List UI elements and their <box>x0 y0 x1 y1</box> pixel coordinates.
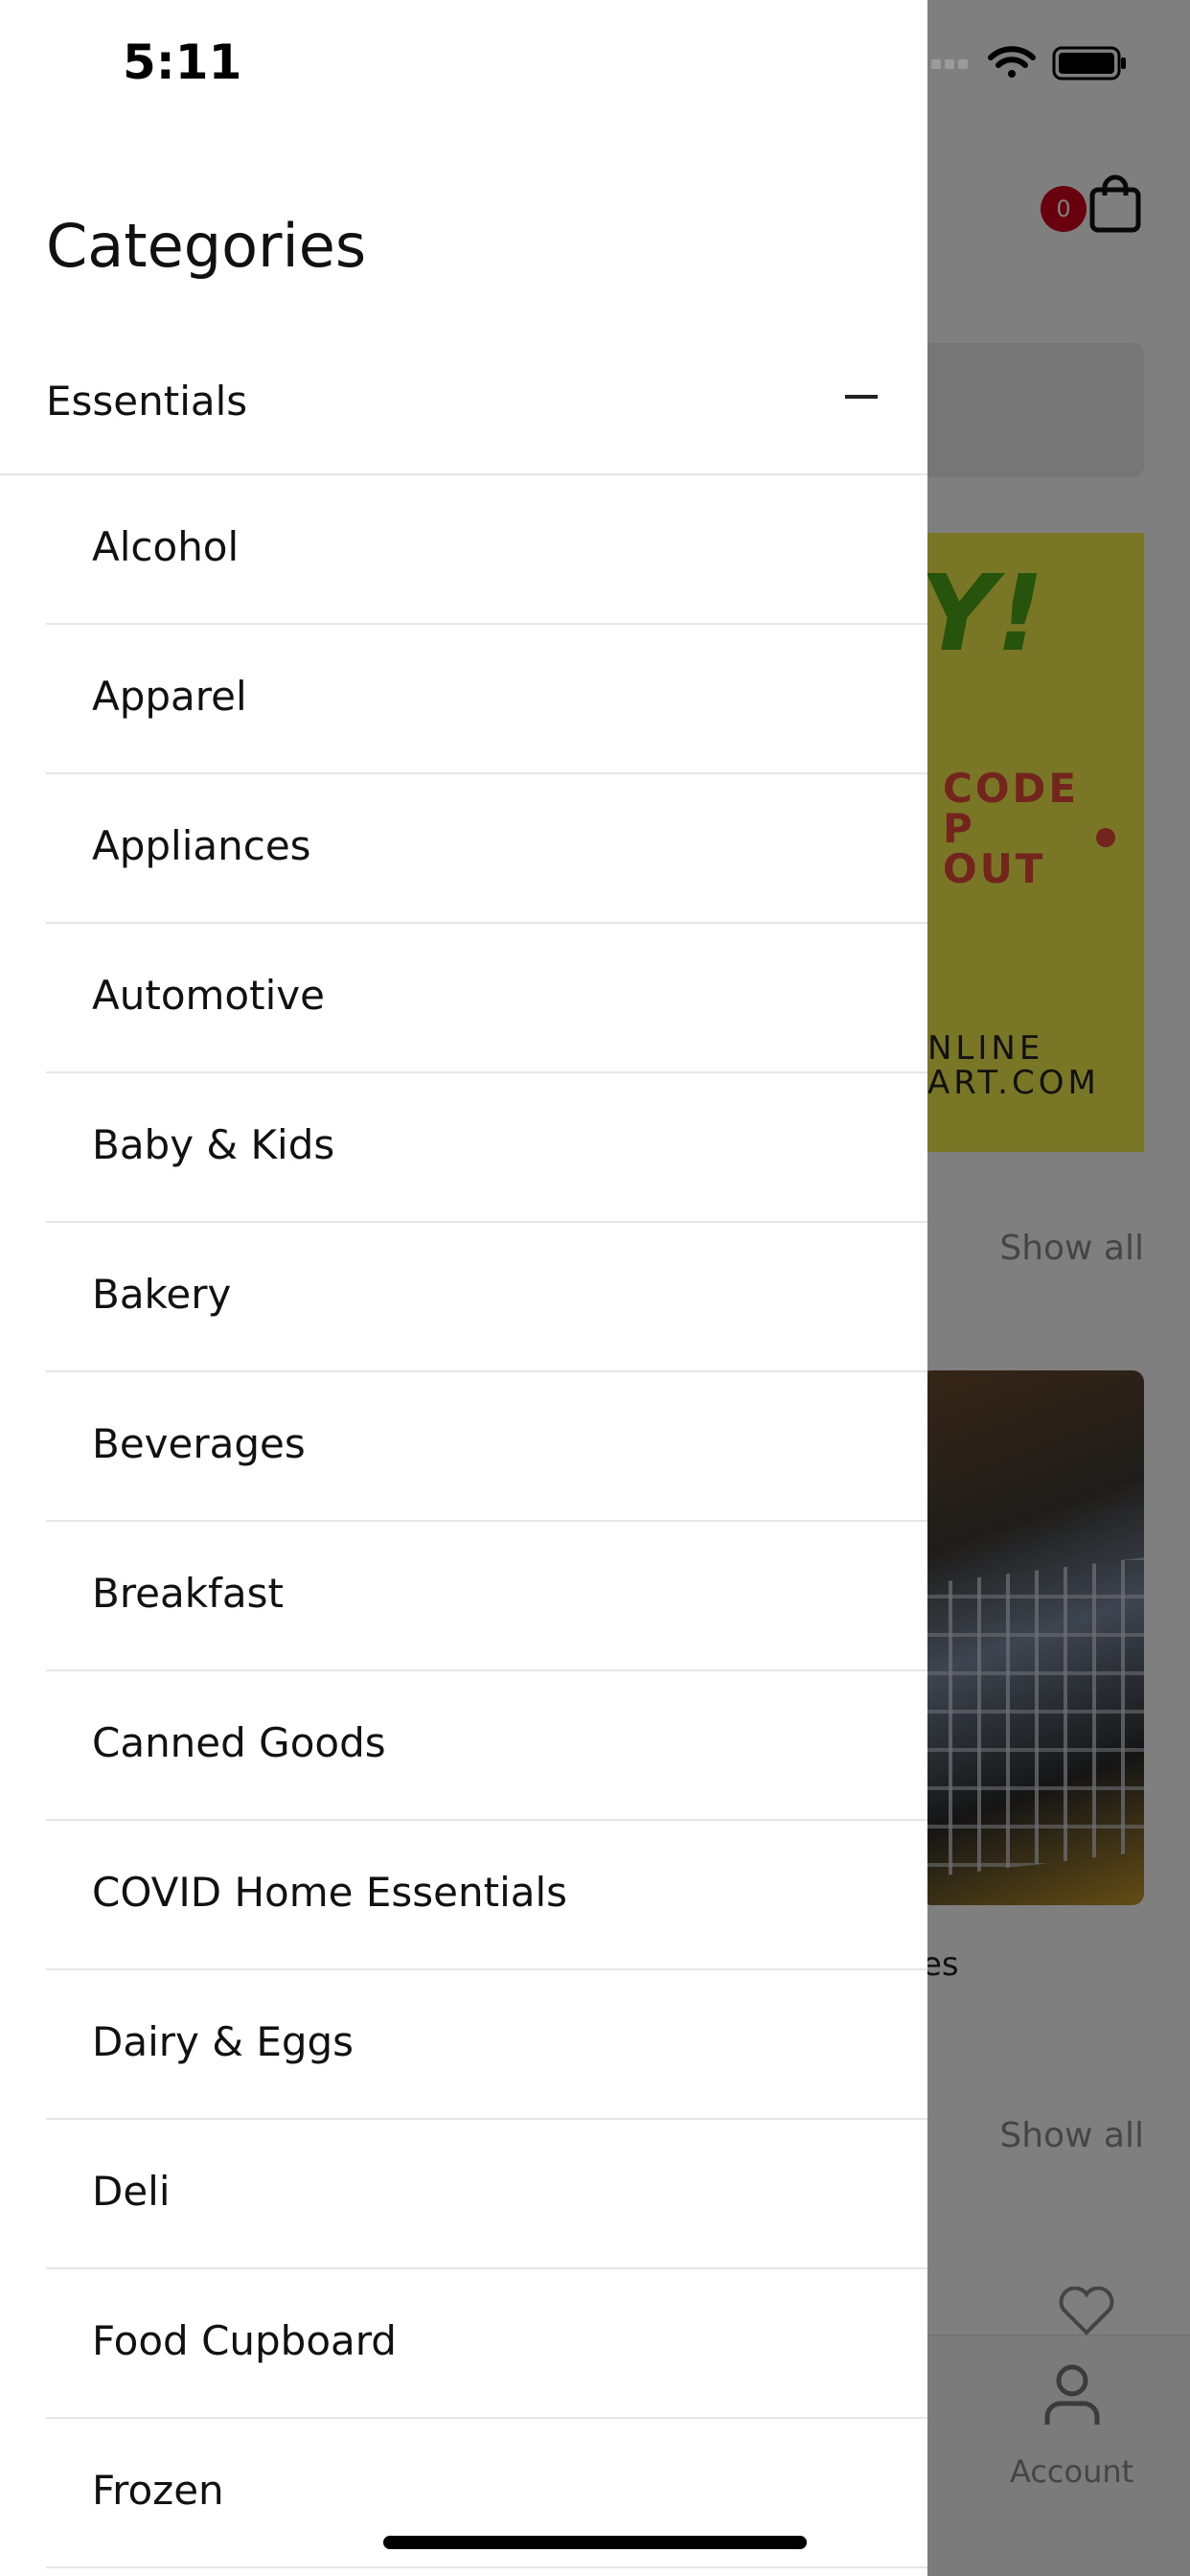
wifi-icon <box>988 46 1036 78</box>
category-item-apparel[interactable]: Apparel <box>0 625 927 774</box>
category-item-covid-home-essentials[interactable]: COVID Home Essentials <box>0 1821 927 1970</box>
category-label: Breakfast <box>92 1570 284 1617</box>
category-label: Frozen <box>92 2467 224 2514</box>
status-icons <box>918 46 1126 80</box>
category-label: Canned Goods <box>92 1719 386 1766</box>
minus-icon[interactable] <box>845 395 878 399</box>
category-label: COVID Home Essentials <box>92 1869 568 1916</box>
category-label: Bakery <box>92 1271 232 1318</box>
category-label: Baby & Kids <box>92 1121 335 1168</box>
category-label: Dairy & Eggs <box>92 2018 355 2065</box>
category-item-appliances[interactable]: Appliances <box>0 774 927 924</box>
category-item-alcohol[interactable]: Alcohol <box>0 475 927 625</box>
category-label: Deli <box>92 2168 171 2215</box>
category-list: Alcohol Apparel Appliances Automotive Ba… <box>0 475 927 2568</box>
category-item-beverages[interactable]: Beverages <box>0 1372 927 1522</box>
home-indicator <box>383 2536 807 2549</box>
category-item-automotive[interactable]: Automotive <box>0 924 927 1073</box>
category-label: Food Cupboard <box>92 2317 397 2364</box>
category-label: Automotive <box>92 972 325 1019</box>
group-label: Essentials <box>46 378 248 425</box>
category-item-canned-goods[interactable]: Canned Goods <box>0 1671 927 1821</box>
category-item-breakfast[interactable]: Breakfast <box>0 1522 927 1671</box>
category-label: Beverages <box>92 1420 306 1467</box>
category-label: Apparel <box>92 673 247 720</box>
drawer-title: Categories <box>46 211 367 281</box>
category-item-dairy-eggs[interactable]: Dairy & Eggs <box>0 1970 927 2120</box>
category-label: Appliances <box>92 822 311 869</box>
categories-drawer: 5:11 Categories Essentials Alcohol Appar… <box>0 0 927 2576</box>
status-time: 5:11 <box>123 34 242 90</box>
category-item-deli[interactable]: Deli <box>0 2120 927 2269</box>
category-group-essentials[interactable]: Essentials <box>0 356 927 475</box>
category-item-baby-kids[interactable]: Baby & Kids <box>0 1073 927 1223</box>
category-label: Alcohol <box>92 523 240 570</box>
battery-icon <box>1052 46 1126 80</box>
category-item-bakery[interactable]: Bakery <box>0 1223 927 1372</box>
category-item-food-cupboard[interactable]: Food Cupboard <box>0 2269 927 2419</box>
